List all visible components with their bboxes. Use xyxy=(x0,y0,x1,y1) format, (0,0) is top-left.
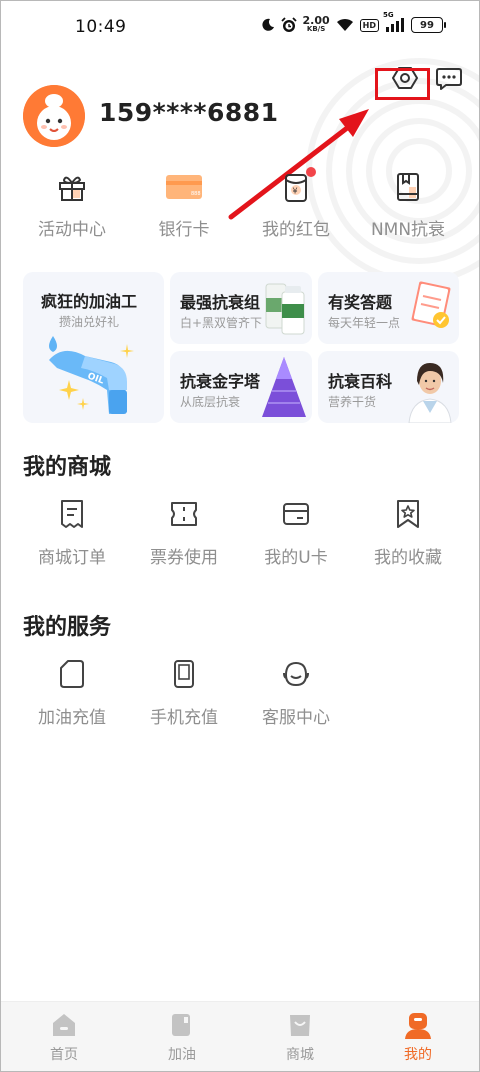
nav-shop[interactable]: 商城 xyxy=(260,1010,340,1064)
promo-title: 抗衰金字塔 xyxy=(180,372,261,391)
message-icon xyxy=(436,68,462,90)
service-items: 加油充值 手机充值 客服中心 xyxy=(1,657,479,737)
red-packet-icon: ¥ xyxy=(276,167,316,207)
svg-text:888: 888 xyxy=(191,191,201,197)
mall-section-title: 我的商城 xyxy=(23,455,112,480)
moon-icon xyxy=(261,18,275,32)
home-icon xyxy=(49,1010,79,1040)
book-icon xyxy=(388,167,428,207)
ticket-icon xyxy=(167,497,201,531)
order-icon xyxy=(55,497,89,531)
customer-service-icon xyxy=(279,657,313,691)
nav-label: 商城 xyxy=(286,1047,314,1063)
annotation-highlight-box xyxy=(375,68,430,100)
pyramid-illustration xyxy=(262,357,306,417)
quick-link-nmn[interactable]: NMN抗衰 xyxy=(353,167,463,240)
nav-home[interactable]: 首页 xyxy=(24,1010,104,1064)
notification-dot xyxy=(306,167,316,177)
svg-text:¥: ¥ xyxy=(293,187,298,196)
promo-card-anti-aging-group[interactable]: 最强抗衰组 白+黑双管齐下 xyxy=(170,272,312,344)
user-phone[interactable]: 159****6881 xyxy=(99,98,279,127)
profile-icon xyxy=(403,1010,433,1040)
bottom-nav: 首页 加油 商城 我的 xyxy=(1,1001,479,1071)
fuel-card-icon xyxy=(55,657,89,691)
quick-link-activity-center[interactable]: 活动中心 xyxy=(17,167,127,240)
service-item-fuel-recharge[interactable]: 加油充值 xyxy=(17,657,127,728)
mall-item-favorites[interactable]: 我的收藏 xyxy=(353,497,463,568)
app-screen: 10:49 2.00 KB/S HD 5G 99 159****6881 活动中… xyxy=(0,0,480,1072)
mall-item-tickets[interactable]: 票券使用 xyxy=(129,497,239,568)
promo-subtitle: 白+黑双管齐下 xyxy=(180,316,263,330)
quick-link-label: 银行卡 xyxy=(158,220,210,240)
service-item-label: 加油充值 xyxy=(38,708,106,728)
promo-subtitle: 营养干货 xyxy=(328,395,377,409)
mall-item-orders[interactable]: 商城订单 xyxy=(17,497,127,568)
promo-card-pyramid[interactable]: 抗衰金字塔 从底层抗衰 xyxy=(170,351,312,423)
gift-icon xyxy=(52,167,92,207)
quiz-paper-illustration xyxy=(411,281,451,328)
supplement-bottles-illustration xyxy=(265,283,305,335)
message-button[interactable] xyxy=(434,65,464,93)
mascot-avatar xyxy=(23,85,85,147)
promo-subtitle: 每天年轻一点 xyxy=(328,316,401,330)
promo-card-encyclopedia[interactable]: 抗衰百科 营养干货 xyxy=(318,351,459,423)
services-section-title: 我的服务 xyxy=(23,615,112,640)
network-speed-unit: KB/S xyxy=(306,25,326,33)
nav-fuel[interactable]: 加油 xyxy=(142,1010,222,1064)
favorite-icon xyxy=(391,497,425,531)
promo-card-fuel-game[interactable]: 疯狂的加油工 攒油兑好礼 OIL xyxy=(23,272,164,423)
promo-subtitle: 从底层抗衰 xyxy=(180,395,241,409)
phone-icon xyxy=(167,657,201,691)
status-icons: 2.00 KB/S HD 5G 99 xyxy=(261,11,446,34)
quick-link-label: 活动中心 xyxy=(38,220,106,240)
nav-profile[interactable]: 我的 xyxy=(378,1010,458,1064)
nav-label: 我的 xyxy=(404,1047,432,1063)
nav-label: 加油 xyxy=(168,1047,196,1063)
promo-title: 最强抗衰组 xyxy=(180,293,261,312)
mall-item-label: 我的收藏 xyxy=(374,548,442,568)
mall-items: 商城订单 票券使用 我的U卡 我的收藏 xyxy=(1,497,479,577)
quick-link-label: 我的红包 xyxy=(262,220,330,240)
status-bar: 10:49 2.00 KB/S HD 5G 99 xyxy=(1,1,479,57)
battery-level: 99 xyxy=(420,19,434,31)
battery-icon: 99 xyxy=(411,17,446,33)
mall-item-u-card[interactable]: 我的U卡 xyxy=(241,497,351,568)
promo-title: 有奖答题 xyxy=(328,293,393,312)
promo-card-quiz[interactable]: 有奖答题 每天年轻一点 xyxy=(318,272,459,344)
service-item-customer-service[interactable]: 客服中心 xyxy=(241,657,351,728)
service-item-label: 客服中心 xyxy=(262,708,330,728)
shop-bag-icon xyxy=(285,1010,315,1040)
hd-badge: HD xyxy=(359,18,379,32)
quick-link-label: NMN抗衰 xyxy=(370,220,446,240)
wifi-icon xyxy=(336,18,354,32)
avatar[interactable] xyxy=(23,85,85,147)
quick-links: 活动中心 888 银行卡 ¥ 我的红包 NMN抗衰 xyxy=(1,167,479,247)
mall-item-label: 我的U卡 xyxy=(264,548,328,568)
nav-label: 首页 xyxy=(50,1047,78,1063)
quick-link-bank-card[interactable]: 888 银行卡 xyxy=(129,167,239,240)
quick-link-red-packet[interactable]: ¥ 我的红包 xyxy=(241,167,351,240)
network-speed-value: 2.00 xyxy=(302,14,330,27)
doctor-illustration xyxy=(408,363,452,423)
fuel-icon xyxy=(167,1010,197,1040)
status-time: 10:49 xyxy=(75,17,127,37)
service-item-phone-recharge[interactable]: 手机充值 xyxy=(129,657,239,728)
alarm-icon xyxy=(280,17,297,33)
service-item-label: 手机充值 xyxy=(150,708,218,728)
promo-title: 抗衰百科 xyxy=(328,372,393,391)
network-type-label: 5G xyxy=(383,11,394,19)
card-icon xyxy=(279,497,313,531)
signal-icon: 5G xyxy=(383,11,405,33)
bank-card-icon: 888 xyxy=(164,167,204,207)
mall-item-label: 票券使用 xyxy=(150,548,218,568)
fuel-nozzle-illustration: OIL xyxy=(49,336,134,414)
mall-item-label: 商城订单 xyxy=(38,548,106,568)
network-speed: 2.00 KB/S xyxy=(302,14,330,34)
